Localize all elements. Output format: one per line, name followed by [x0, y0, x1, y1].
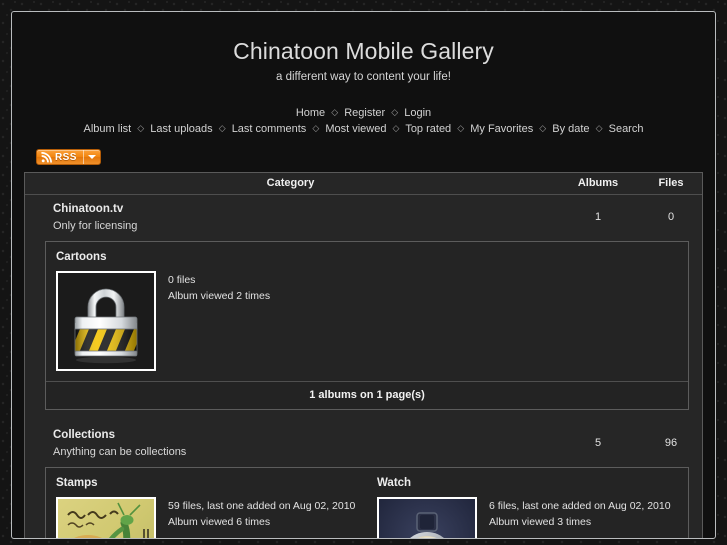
- category-table: Category Albums Files Chinatoon.tv Only …: [24, 171, 703, 538]
- album-link-watch[interactable]: Watch: [377, 477, 678, 489]
- nav-separator-icon: ◇: [312, 123, 320, 134]
- category-cell: Collections Anything can be collections: [25, 429, 556, 458]
- album-pagination-footer: 1 albums on 1 page(s): [46, 380, 688, 409]
- nav-row-primary: Home ◇ Register ◇ Login: [12, 105, 715, 121]
- header-cell-category: Category: [25, 177, 556, 189]
- category-link-collections[interactable]: Collections: [53, 429, 556, 441]
- nav-separator-icon: ◇: [137, 123, 145, 134]
- category-description: Only for licensing: [53, 219, 138, 232]
- album-body: 6 files, last one added on Aug 02, 2010 …: [377, 496, 678, 538]
- album-file-count: 6 files, last one added on Aug 02, 2010: [489, 499, 671, 512]
- site-tagline: a different way to content your life!: [276, 71, 451, 84]
- nav-home[interactable]: Home: [296, 107, 325, 119]
- album-body: 59 files, last one added on Aug 02, 2010…: [56, 496, 357, 538]
- album-grid: Cartoons 0 files Album viewed 2 times: [46, 242, 688, 381]
- rss-label: RSS: [55, 151, 77, 163]
- album-view-count: Album viewed 2 times: [168, 289, 271, 302]
- album-meta-stamps: 59 files, last one added on Aug 02, 2010…: [168, 497, 356, 538]
- rss-dropdown-button[interactable]: [84, 150, 100, 164]
- nav-album-list[interactable]: Album list: [84, 123, 132, 135]
- header-cell-files: Files: [640, 177, 702, 189]
- nav-separator-icon: ◇: [595, 123, 603, 134]
- rss-button[interactable]: RSS: [36, 149, 101, 166]
- page-title: Chinatoon Mobile Gallery: [233, 38, 494, 64]
- nav-by-date[interactable]: By date: [552, 123, 589, 135]
- table-row: Chinatoon.tv Only for licensing 1 0: [25, 194, 702, 241]
- stamp-thumbnail: [58, 498, 154, 538]
- album-thumbnail-link-stamps[interactable]: [56, 496, 156, 538]
- nav-top-rated[interactable]: Top rated: [405, 123, 451, 135]
- album-view-count: Album viewed 3 times: [489, 515, 592, 528]
- album-meta-cartoons: 0 files Album viewed 2 times: [168, 271, 270, 371]
- album-grid: Stamps 59 files, last one added on Aug 0…: [46, 468, 688, 538]
- nav-separator-icon: ◇: [457, 123, 465, 134]
- category-files-count: 96: [664, 437, 678, 450]
- category-files-count: 0: [667, 211, 675, 224]
- header-cell-albums: Albums: [556, 177, 640, 189]
- nav-last-uploads[interactable]: Last uploads: [150, 123, 212, 135]
- nav-separator-icon: ◇: [392, 123, 400, 134]
- category-link-chinatoon-tv[interactable]: Chinatoon.tv: [53, 203, 556, 215]
- header-label-category: Category: [266, 177, 315, 190]
- category-cell: Chinatoon.tv Only for licensing: [25, 203, 556, 232]
- album-file-count: 0 files: [168, 273, 196, 286]
- padlock-thumbnail: [58, 272, 154, 369]
- nav-last-comments[interactable]: Last comments: [232, 123, 307, 135]
- page-frame: Chinatoon Mobile Gallery a different way…: [11, 11, 716, 539]
- nav-separator-icon: ◇: [331, 107, 339, 118]
- nav-my-favorites[interactable]: My Favorites: [470, 123, 533, 135]
- category-albums-count: 5: [594, 437, 602, 450]
- nav-login[interactable]: Login: [404, 107, 431, 119]
- album-file-count: 59 files, last one added on Aug 02, 2010: [168, 499, 356, 512]
- table-header-row: Category Albums Files: [25, 172, 702, 195]
- nav-register[interactable]: Register: [344, 107, 385, 119]
- album-meta-watch: 6 files, last one added on Aug 02, 2010 …: [489, 497, 671, 538]
- category-albums-count: 1: [594, 211, 602, 224]
- table-row: Collections Anything can be collections …: [25, 420, 702, 467]
- nav-separator-icon: ◇: [391, 107, 399, 118]
- nav-most-viewed[interactable]: Most viewed: [325, 123, 386, 135]
- album-item-stamps: Stamps 59 files, last one added on Aug 0…: [46, 468, 367, 538]
- album-body: 0 files Album viewed 2 times: [56, 270, 678, 371]
- header-label-files: Files: [658, 177, 684, 190]
- rss-feed-icon: [41, 151, 52, 163]
- album-view-count: Album viewed 6 times: [168, 515, 271, 528]
- album-link-cartoons[interactable]: Cartoons: [56, 251, 678, 263]
- album-item-watch: Watch 6 files, last one added on Aug 02,…: [367, 468, 688, 538]
- nav-separator-icon: ◇: [218, 123, 226, 134]
- nav-row-secondary: Album list ◇ Last uploads ◇ Last comment…: [12, 121, 715, 137]
- nav-separator-icon: ◇: [539, 123, 547, 134]
- album-link-stamps[interactable]: Stamps: [56, 477, 357, 489]
- album-thumbnail-link-cartoons[interactable]: [56, 270, 156, 371]
- album-item-cartoons: Cartoons 0 files Album viewed 2 times: [46, 242, 688, 381]
- album-table-chinatoon-tv: Cartoons 0 files Album viewed 2 times 1 …: [45, 240, 689, 410]
- album-table-collections: Stamps 59 files, last one added on Aug 0…: [45, 466, 689, 538]
- chevron-down-icon: [87, 155, 96, 160]
- main-navigation: Home ◇ Register ◇ Login Album list ◇ Las…: [12, 105, 715, 137]
- site-header: Chinatoon Mobile Gallery a different way…: [12, 12, 715, 83]
- rss-bar: RSS: [12, 149, 715, 166]
- header-label-albums: Albums: [577, 177, 619, 190]
- album-thumbnail-link-watch[interactable]: [377, 496, 477, 538]
- nav-search[interactable]: Search: [609, 123, 644, 135]
- category-description: Anything can be collections: [53, 445, 187, 458]
- rss-button-main[interactable]: RSS: [37, 150, 83, 164]
- watch-thumbnail: [379, 498, 475, 538]
